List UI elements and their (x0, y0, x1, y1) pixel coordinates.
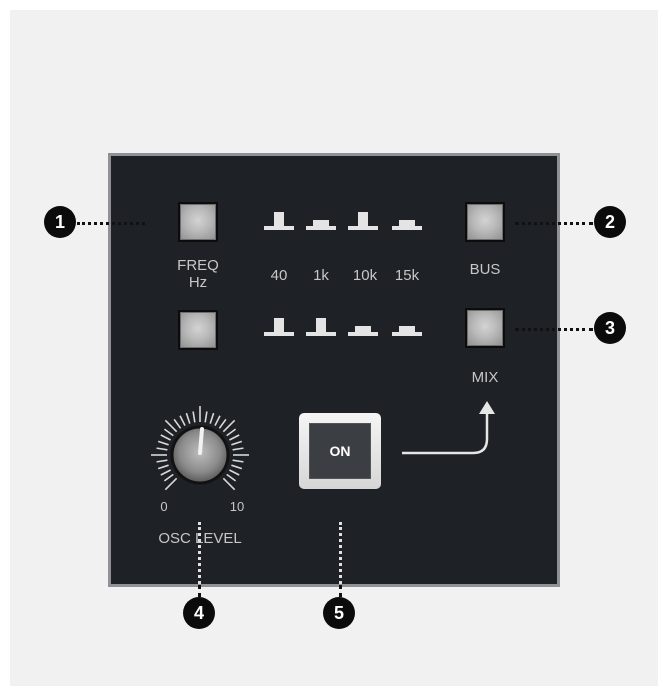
indicator-row-bottom (264, 318, 422, 336)
knob-tick-22 (229, 434, 240, 441)
knob-tick-3 (157, 464, 169, 470)
indicator-base-top-2 (348, 226, 378, 230)
knob-tick-19 (218, 418, 227, 429)
indicator-stem-bottom-0 (274, 318, 284, 332)
knob-tick-11 (173, 418, 182, 429)
callout-5-leader-panel (339, 522, 342, 584)
indicator-base-top-0 (264, 226, 294, 230)
knob-min-label: 0 (160, 499, 168, 514)
callout-4-leader (198, 585, 201, 597)
callout-2: 2 (594, 206, 626, 238)
knob-tick-4 (156, 459, 168, 463)
indicator-base-top-3 (392, 226, 422, 230)
indicator-base-bottom-0 (264, 332, 294, 336)
callout-3-leader (515, 328, 593, 331)
indicator-stem-top-3 (399, 220, 415, 226)
on-button[interactable]: ON (299, 413, 381, 489)
on-button-face: ON (309, 423, 371, 479)
knob-tick-27 (231, 464, 243, 470)
knob-tick-6 (156, 447, 168, 451)
knob-tick-14 (192, 411, 196, 423)
indicator-stem-top-0 (274, 212, 284, 226)
callout-3: 3 (594, 312, 626, 344)
callout-5-leader (339, 585, 342, 597)
indicator-row-top (264, 212, 422, 230)
knob-tick-29 (226, 473, 237, 482)
knob-tick-13 (185, 412, 191, 424)
knob-max-label: 10 (229, 499, 245, 514)
knob-tick-0 (164, 477, 178, 491)
indicator-stem-bottom-3 (399, 326, 415, 332)
knob-tick-23 (231, 440, 243, 446)
on-button-label: ON (329, 443, 351, 459)
knob-tick-12 (179, 415, 186, 426)
frequency-indicators (264, 212, 422, 336)
callout-1-leader (77, 222, 145, 225)
indicator-base-bottom-3 (392, 332, 422, 336)
knob-tick-16 (204, 411, 208, 423)
indicator-base-bottom-1 (306, 332, 336, 336)
knob-tick-8 (160, 434, 171, 441)
callout-2-leader (515, 222, 593, 225)
indicator-stem-bottom-1 (316, 318, 326, 332)
indicator-base-top-1 (306, 226, 336, 230)
callout-1: 1 (44, 206, 76, 238)
indicator-base-bottom-2 (348, 332, 378, 336)
knob-pointer (198, 427, 204, 455)
knob-tick-7 (157, 440, 169, 446)
knob-tick-1 (163, 473, 174, 482)
indicator-stem-top-1 (313, 220, 329, 226)
indicator-stem-bottom-2 (355, 326, 371, 332)
knob-tick-9 (163, 428, 174, 437)
indicator-stem-top-2 (358, 212, 368, 226)
knob-tick-24 (232, 447, 244, 451)
on-to-mix-arrow (402, 401, 495, 455)
callout-4: 4 (183, 597, 215, 629)
knob-tick-28 (229, 469, 240, 476)
knob-tick-26 (232, 459, 244, 463)
knob-tick-10 (164, 419, 178, 433)
knob-tick-21 (226, 428, 237, 437)
knob-tick-2 (160, 469, 171, 476)
knob-tick-20 (222, 419, 236, 433)
callout-5: 5 (323, 597, 355, 629)
knob-tick-30 (222, 477, 236, 491)
knob-tick-17 (209, 412, 215, 424)
knob-tick-18 (214, 415, 221, 426)
callout-4-leader-panel (198, 522, 201, 584)
